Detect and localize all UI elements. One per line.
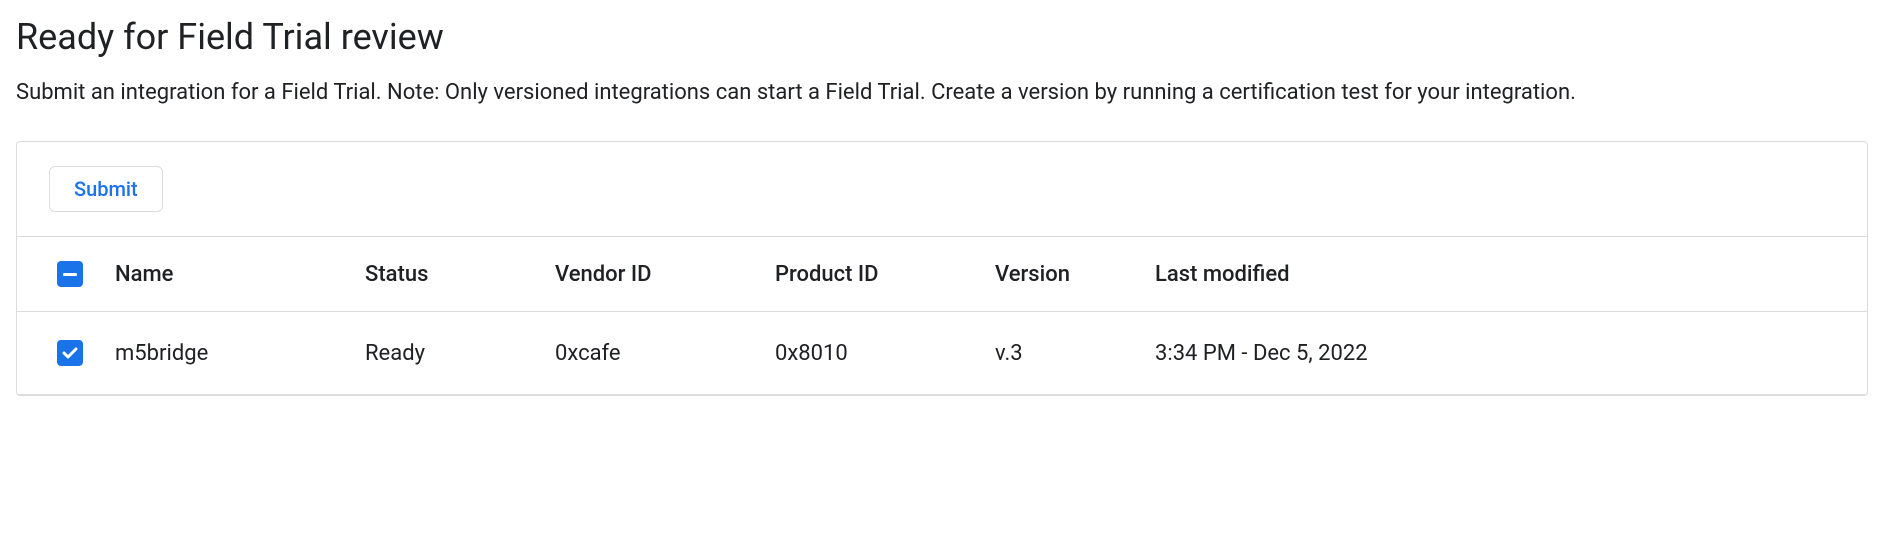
cell-last-modified: 3:34 PM - Dec 5, 2022: [1139, 312, 1867, 395]
column-header-name: Name: [99, 237, 349, 312]
column-header-status: Status: [349, 237, 539, 312]
cell-vendor-id: 0xcafe: [539, 312, 759, 395]
page-title: Ready for Field Trial review: [16, 16, 1868, 58]
row-checkbox[interactable]: [57, 340, 83, 366]
column-header-product-id: Product ID: [759, 237, 979, 312]
column-header-vendor-id: Vendor ID: [539, 237, 759, 312]
toolbar: Submit: [17, 142, 1867, 237]
cell-version: v.3: [979, 312, 1139, 395]
integrations-table: Name Status Vendor ID Product ID Version…: [17, 237, 1867, 395]
table-container: Submit Name Status Vendor ID Product ID …: [16, 141, 1868, 396]
cell-status: Ready: [349, 312, 539, 395]
submit-button[interactable]: Submit: [49, 166, 163, 212]
table-row[interactable]: m5bridge Ready 0xcafe 0x8010 v.3 3:34 PM…: [17, 312, 1867, 395]
row-checkbox-cell: [17, 312, 99, 395]
page-description: Submit an integration for a Field Trial.…: [16, 76, 1868, 109]
column-header-version: Version: [979, 237, 1139, 312]
cell-product-id: 0x8010: [759, 312, 979, 395]
select-all-checkbox[interactable]: [57, 261, 83, 287]
column-header-checkbox: [17, 237, 99, 312]
cell-name: m5bridge: [99, 312, 349, 395]
column-header-last-modified: Last modified: [1139, 237, 1867, 312]
checkmark-icon: [62, 345, 78, 361]
